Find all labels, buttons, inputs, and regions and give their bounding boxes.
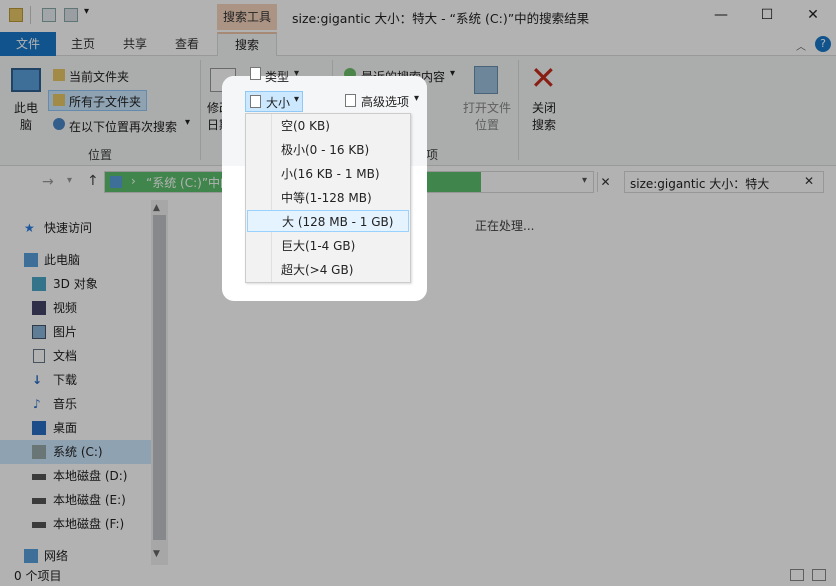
- nav-disk-d[interactable]: 本地磁盘 (D:): [0, 464, 151, 488]
- ribbon-collapse-icon[interactable]: ︿: [796, 38, 806, 53]
- network-icon: [24, 549, 38, 563]
- computer-icon: [24, 253, 38, 267]
- folder-icon[interactable]: [9, 8, 23, 22]
- close-search-icon: ✕: [530, 59, 557, 97]
- recent-locations-icon[interactable]: ▾: [67, 175, 72, 186]
- nav-quick-access[interactable]: ★ 快速访问: [0, 216, 151, 240]
- this-pc-icon: [11, 68, 41, 92]
- size-option-huge[interactable]: 巨大(1-4 GB): [275, 235, 409, 257]
- nav-downloads[interactable]: ↓ 下载: [0, 368, 151, 392]
- this-pc-button[interactable]: 此电脑: [13, 100, 39, 134]
- location-group-label: 位置: [88, 148, 113, 162]
- qat-customize-icon[interactable]: ▾: [84, 6, 89, 17]
- nav-documents[interactable]: 文档: [0, 344, 151, 368]
- drive-icon: [32, 498, 46, 504]
- tab-file[interactable]: 文件: [0, 32, 56, 56]
- stop-search-icon[interactable]: ✕: [597, 172, 613, 192]
- chevron-down-icon: ▾: [294, 68, 300, 79]
- drive-icon: [32, 474, 46, 480]
- qat-divider: [30, 6, 31, 24]
- star-icon: ★: [24, 221, 35, 235]
- kind-button[interactable]: 类型: [265, 68, 289, 85]
- help-icon[interactable]: ?: [815, 36, 831, 52]
- current-folder-icon: [53, 69, 65, 81]
- scroll-down-icon[interactable]: ▼: [153, 549, 160, 559]
- nav-disk-e[interactable]: 本地磁盘 (E:): [0, 488, 151, 512]
- close-search-button[interactable]: 关闭搜索: [530, 100, 558, 134]
- minimize-button[interactable]: —: [698, 0, 744, 30]
- size-option-small[interactable]: 小(16 KB - 1 MB): [275, 163, 409, 185]
- details-view-icon[interactable]: [790, 569, 804, 581]
- window-title: size:gigantic 大小：特大 - “系统 (C:)”中的搜索结果: [292, 11, 590, 26]
- maximize-button[interactable]: ☐: [744, 0, 790, 30]
- document-icon: [33, 349, 45, 363]
- nav-disk-f[interactable]: 本地磁盘 (F:): [0, 512, 151, 536]
- picture-icon: [32, 325, 46, 339]
- forward-arrow-icon[interactable]: →: [42, 174, 54, 190]
- subfolders-icon: [53, 94, 65, 106]
- size-option-tiny[interactable]: 极小(0 - 16 KB): [275, 139, 409, 161]
- ribbon-separator: [518, 60, 519, 160]
- close-button[interactable]: ✕: [790, 0, 836, 30]
- large-icons-view-icon[interactable]: [812, 569, 826, 581]
- nav-desktop[interactable]: 桌面: [0, 416, 151, 440]
- new-folder-icon[interactable]: [64, 8, 78, 22]
- search-query[interactable]: size:gigantic 大小：特大: [630, 175, 769, 192]
- cube-icon: [32, 277, 46, 291]
- size-icon: [250, 95, 261, 108]
- menu-gutter: [271, 114, 272, 282]
- chevron-down-icon: ▾: [185, 117, 191, 128]
- chevron-down-icon: ▾: [414, 93, 420, 104]
- nav-videos[interactable]: 视频: [0, 296, 151, 320]
- nav-music[interactable]: ♪ 音乐: [0, 392, 151, 416]
- processing-text: 正在处理...: [475, 219, 535, 233]
- breadcrumb-chevron-icon: ›: [131, 174, 136, 188]
- search-again-icon: [53, 118, 65, 130]
- nav-this-pc[interactable]: 此电脑: [0, 248, 151, 272]
- address-dropdown-icon[interactable]: ▾: [582, 175, 587, 186]
- open-location-icon: [474, 66, 498, 94]
- status-bar: [0, 565, 836, 586]
- chevron-down-icon: ▾: [450, 68, 456, 79]
- nav-system-c[interactable]: 系统 (C:): [0, 440, 151, 464]
- size-option-empty[interactable]: 空(0 KB): [275, 115, 409, 137]
- search-again-in-button[interactable]: 在以下位置再次搜索: [69, 118, 177, 135]
- up-arrow-icon[interactable]: ↑: [87, 173, 99, 189]
- properties-icon[interactable]: [42, 8, 56, 22]
- all-subfolders-button[interactable]: 所有子文件夹: [69, 93, 141, 110]
- tab-view[interactable]: 查看: [164, 32, 210, 56]
- size-option-medium[interactable]: 中等(1-128 MB): [275, 187, 409, 209]
- tab-home[interactable]: 主页: [60, 32, 106, 56]
- advanced-options-button-spot[interactable]: 高级选项: [361, 93, 409, 110]
- tab-search[interactable]: 搜索: [217, 32, 277, 57]
- advanced-options-icon: [345, 94, 356, 107]
- clear-search-icon[interactable]: ✕: [804, 174, 814, 188]
- drive-icon: [32, 522, 46, 528]
- kind-icon: [250, 67, 261, 80]
- location-icon: [110, 176, 122, 188]
- download-arrow-icon: ↓: [32, 373, 43, 387]
- nav-pictures[interactable]: 图片: [0, 320, 151, 344]
- size-button-label: 大小: [266, 96, 291, 110]
- chevron-down-icon: ▾: [294, 94, 300, 105]
- size-option-large[interactable]: 大 (128 MB - 1 GB): [247, 210, 409, 232]
- size-option-gigantic[interactable]: 超大(>4 GB): [275, 259, 409, 281]
- desktop-icon: [32, 421, 46, 435]
- music-note-icon: ♪: [33, 397, 41, 411]
- current-folder-button[interactable]: 当前文件夹: [69, 68, 129, 85]
- drive-c-icon: [32, 445, 46, 459]
- open-file-location-button[interactable]: 打开文件位置: [462, 100, 512, 134]
- video-icon: [32, 301, 46, 315]
- scrollbar-thumb[interactable]: [153, 215, 166, 540]
- context-tab-header: 搜索工具: [217, 4, 277, 30]
- ribbon-separator: [200, 60, 201, 160]
- nav-3d-objects[interactable]: 3D 对象: [0, 272, 151, 296]
- tab-share[interactable]: 共享: [112, 32, 158, 56]
- item-count: 0 个项目: [14, 569, 62, 583]
- scroll-up-icon[interactable]: ▲: [153, 203, 160, 213]
